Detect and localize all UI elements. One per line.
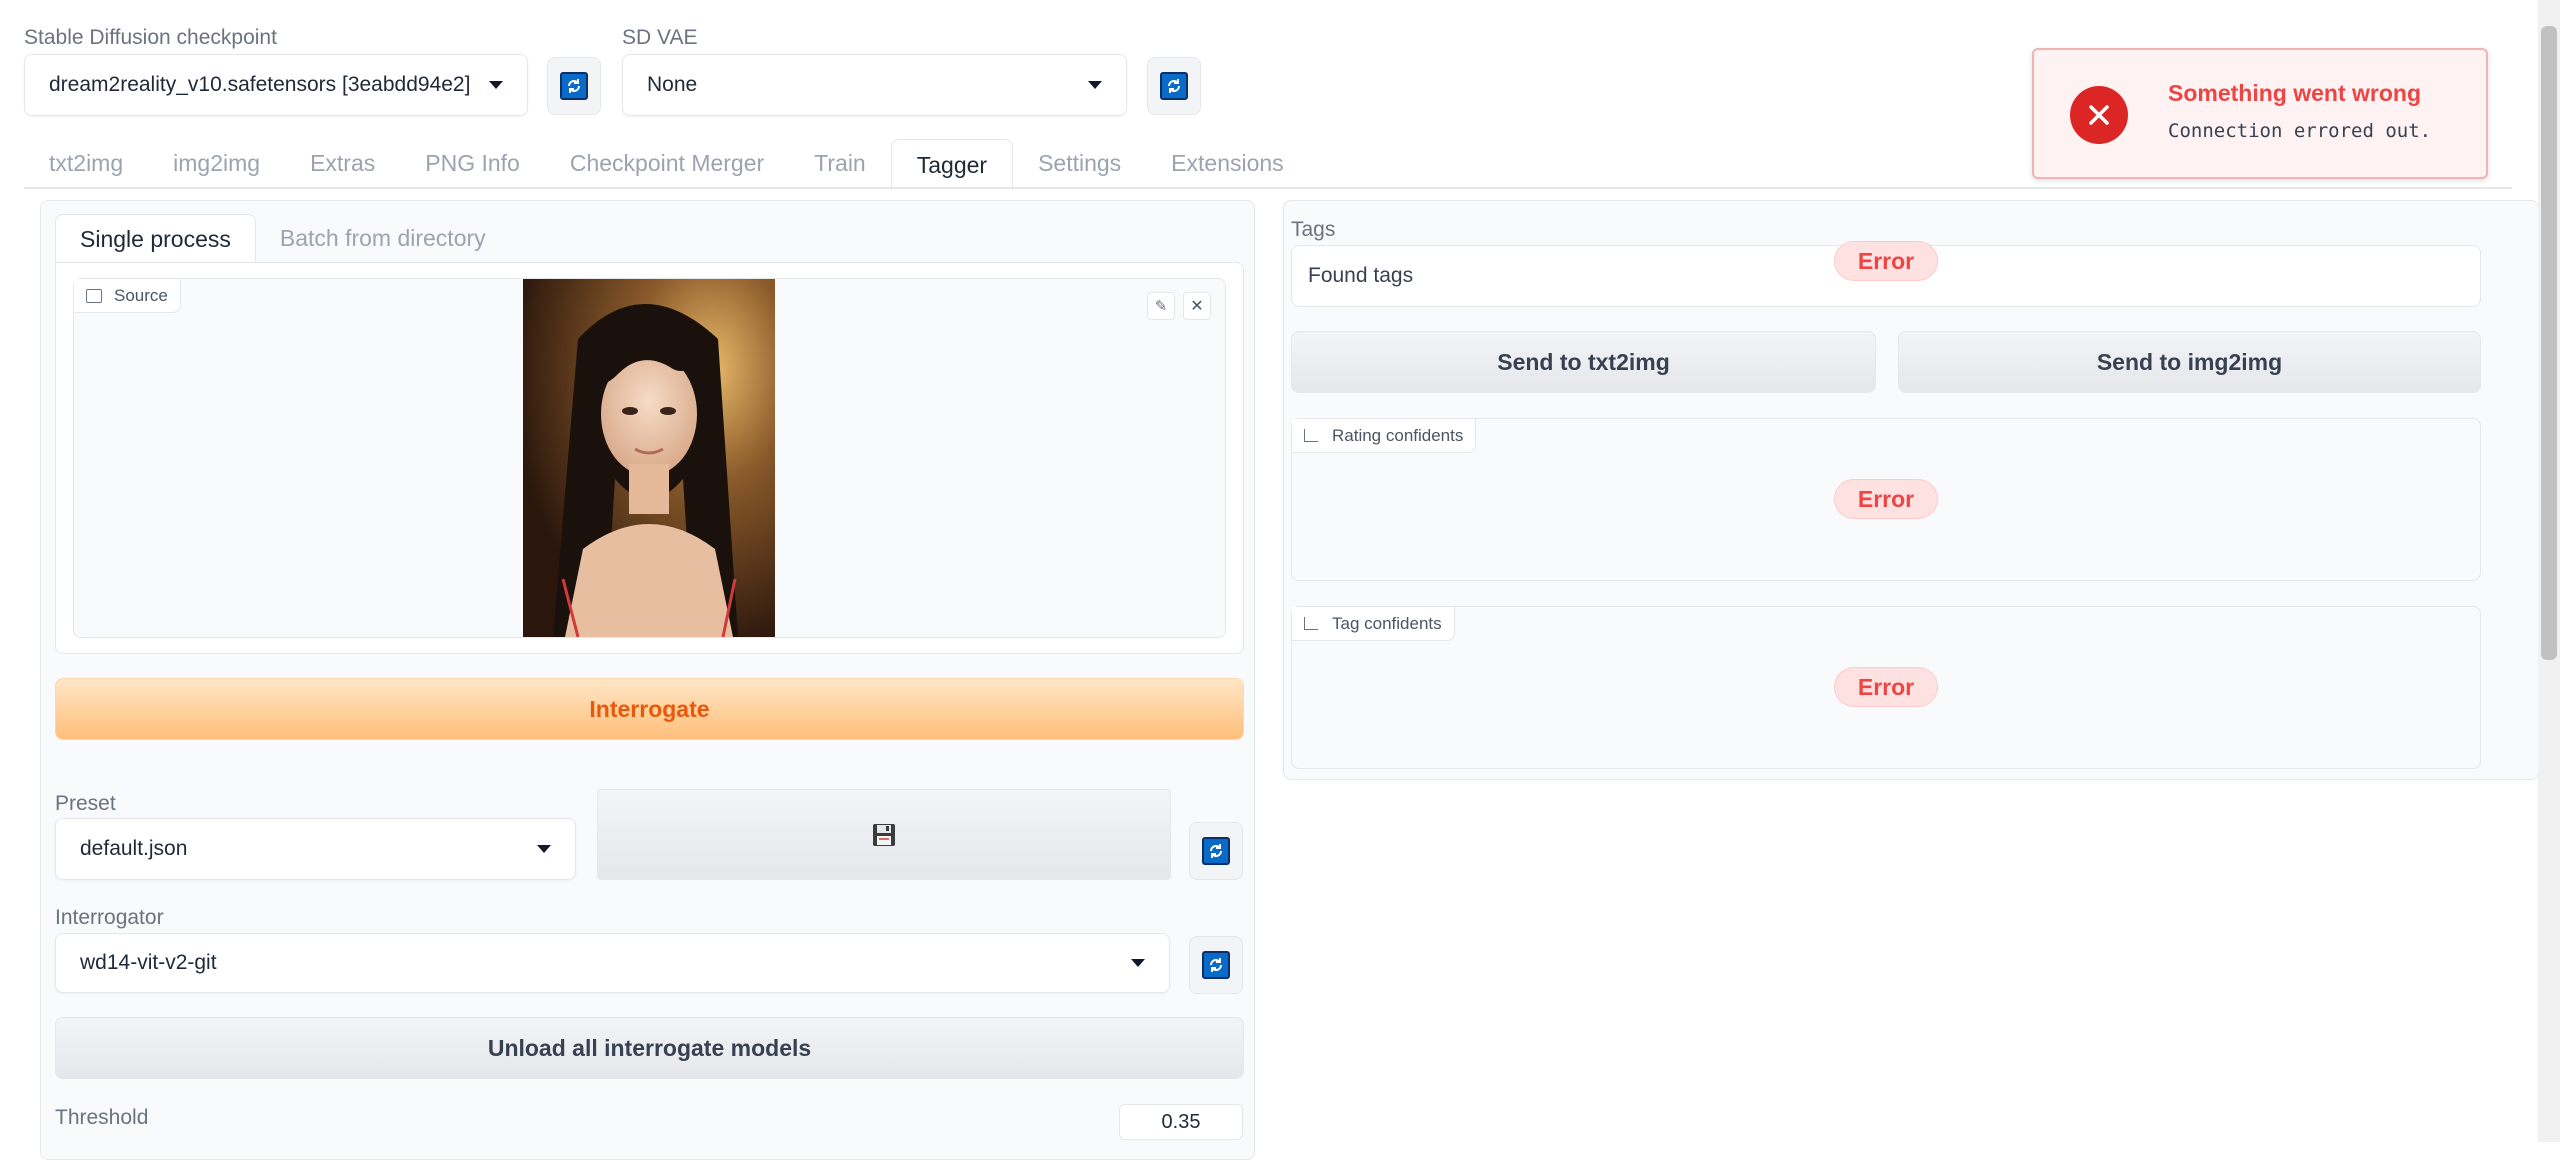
checkpoint-label: Stable Diffusion checkpoint [24, 26, 277, 49]
subtabs: Single process Batch from directory [55, 214, 510, 263]
rating-confidents-label-text: Rating confidents [1332, 425, 1464, 445]
checkpoint-value: dream2reality_v10.safetensors [3eabdd94e… [49, 73, 471, 96]
chevron-down-icon [489, 81, 503, 89]
source-label-text: Source [114, 285, 168, 305]
unload-models-button[interactable]: Unload all interrogate models [55, 1017, 1244, 1079]
clear-image-button[interactable]: ✕ [1183, 292, 1211, 320]
refresh-interrogator-button[interactable] [1189, 936, 1243, 994]
rating-confidents-label: Rating confidents [1292, 419, 1477, 453]
main-tabs: txt2img img2img Extras PNG Info Checkpoi… [24, 139, 1309, 190]
chevron-down-icon [1088, 81, 1102, 89]
interrogate-button[interactable]: Interrogate [55, 678, 1244, 740]
source-portrait-image [523, 279, 775, 637]
preset-value: default.json [80, 837, 188, 860]
chevron-down-icon [1131, 959, 1145, 967]
interrogator-value: wd14-vit-v2-git [80, 951, 217, 974]
chevron-down-icon [537, 845, 551, 853]
subtab-batch-from-directory[interactable]: Batch from directory [256, 214, 510, 262]
interrogator-dropdown[interactable]: wd14-vit-v2-git [55, 933, 1170, 993]
page-scrollbar-thumb[interactable] [2541, 26, 2557, 660]
tab-png-info[interactable]: PNG Info [400, 139, 545, 187]
refresh-preset-button[interactable] [1189, 822, 1243, 880]
preset-label: Preset [55, 792, 116, 815]
edit-image-button[interactable]: ✎ [1147, 292, 1175, 320]
bar-chart-icon [1304, 429, 1318, 442]
send-to-img2img-button[interactable]: Send to img2img [1898, 331, 2481, 393]
threshold-label: Threshold [55, 1106, 149, 1129]
toast-message: Connection errored out. [2168, 120, 2432, 142]
error-icon [2070, 86, 2128, 144]
tab-extensions[interactable]: Extensions [1146, 139, 1309, 187]
tab-img2img[interactable]: img2img [148, 139, 285, 187]
save-preset-button[interactable] [597, 789, 1171, 880]
interrogator-label: Interrogator [55, 906, 164, 929]
error-toast: Something went wrong Connection errored … [2032, 48, 2488, 179]
toast-title: Something went wrong [2168, 80, 2421, 106]
checkpoint-dropdown[interactable]: dream2reality_v10.safetensors [3eabdd94e… [24, 54, 528, 116]
image-icon [86, 288, 102, 303]
tab-checkpoint-merger[interactable]: Checkpoint Merger [545, 139, 789, 187]
refresh-icon [1160, 72, 1188, 100]
bar-chart-icon [1304, 617, 1318, 630]
vae-value: None [647, 73, 698, 96]
tab-txt2img[interactable]: txt2img [24, 139, 148, 187]
refresh-icon [1202, 837, 1230, 865]
subtab-single-process[interactable]: Single process [55, 214, 256, 263]
tabs-divider [24, 187, 2512, 189]
threshold-input[interactable]: 0.35 [1119, 1104, 1243, 1140]
rating-error-badge: Error [1834, 479, 1938, 519]
tab-tagger[interactable]: Tagger [890, 139, 1014, 190]
floppy-disk-icon [873, 823, 895, 846]
source-label: Source [74, 279, 181, 313]
tag-confidents-label: Tag confidents [1292, 607, 1455, 641]
send-to-txt2img-button[interactable]: Send to txt2img [1291, 331, 1876, 393]
refresh-checkpoint-button[interactable] [547, 57, 601, 115]
tab-extras[interactable]: Extras [285, 139, 400, 187]
pencil-icon: ✎ [1154, 298, 1168, 315]
refresh-icon [1202, 951, 1230, 979]
tab-settings[interactable]: Settings [1013, 139, 1146, 187]
tags-label: Tags [1291, 218, 1336, 241]
preset-dropdown[interactable]: default.json [55, 818, 576, 880]
close-icon: ✕ [1190, 298, 1204, 315]
vae-dropdown[interactable]: None [622, 54, 1127, 116]
refresh-vae-button[interactable] [1147, 57, 1201, 115]
refresh-icon [560, 72, 588, 100]
tags-error-badge: Error [1834, 241, 1938, 281]
tab-train[interactable]: Train [789, 139, 891, 187]
tag-confidents-label-text: Tag confidents [1332, 613, 1442, 633]
tag-conf-error-badge: Error [1834, 667, 1938, 707]
vae-label: SD VAE [622, 26, 698, 49]
